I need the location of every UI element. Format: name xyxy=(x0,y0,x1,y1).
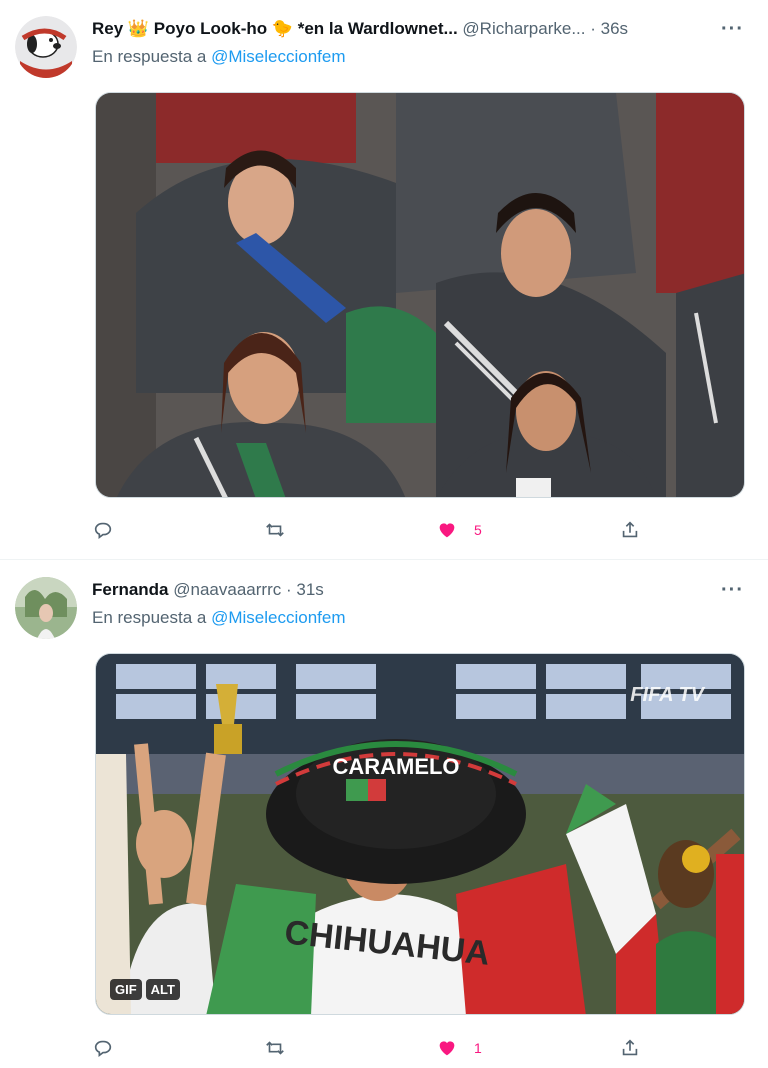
heart-icon xyxy=(439,1041,455,1056)
display-name[interactable]: Fernanda xyxy=(92,580,169,599)
retweet-icon xyxy=(266,523,284,537)
alt-badge[interactable]: ALT xyxy=(145,979,180,1000)
heart-icon xyxy=(439,523,455,538)
handle[interactable]: @Richarparke... xyxy=(462,19,585,38)
reply-context: En respuesta a @Miseleccionfem xyxy=(92,46,346,68)
reply-context: En respuesta a @Miseleccionfem xyxy=(92,607,346,629)
share-icon xyxy=(622,1039,638,1056)
tweet-actions: 5 xyxy=(92,518,652,542)
separator-dot: · xyxy=(590,19,601,38)
handle[interactable]: @naavaaarrrc xyxy=(173,580,281,599)
more-options-icon[interactable]: ··· xyxy=(721,579,744,601)
more-options-icon[interactable]: ··· xyxy=(721,18,744,40)
timestamp[interactable]: 36s xyxy=(601,19,628,38)
like-button[interactable]: 1 xyxy=(436,1036,482,1060)
sombrero-text: CARAMELO xyxy=(332,754,459,779)
tweet-gif[interactable]: CARAMELO CHIHUAHUA FIFA TV GIF ALT xyxy=(95,653,745,1015)
media-badges: GIF ALT xyxy=(110,979,180,1000)
reply-mention-link[interactable]: @Miseleccionfem xyxy=(211,608,345,627)
retweet-button[interactable] xyxy=(264,518,286,542)
like-count: 5 xyxy=(474,522,482,538)
share-icon xyxy=(622,521,638,538)
tweet[interactable]: Rey 👑 Poyo Look-ho 🐤 *en la Wardlownet..… xyxy=(0,0,768,560)
tweet-header: Rey 👑 Poyo Look-ho 🐤 *en la Wardlownet..… xyxy=(92,18,748,40)
timestamp[interactable]: 31s xyxy=(296,580,323,599)
tweet[interactable]: Fernanda @naavaaarrrc · 31s ··· En respu… xyxy=(0,561,768,1068)
fifa-tv-watermark: FIFA TV xyxy=(630,684,704,706)
reply-mention-link[interactable]: @Miseleccionfem xyxy=(211,47,345,66)
reply-button[interactable] xyxy=(92,1036,114,1060)
avatar[interactable] xyxy=(15,16,77,78)
tweet-header: Fernanda @naavaaarrrc · 31s ··· xyxy=(92,579,748,601)
reply-prefix: En respuesta a xyxy=(92,608,207,627)
retweet-icon xyxy=(266,1041,284,1055)
display-name[interactable]: Rey 👑 Poyo Look-ho 🐤 *en la Wardlownet..… xyxy=(92,19,458,38)
share-button[interactable] xyxy=(619,1036,641,1060)
like-button[interactable]: 5 xyxy=(436,518,482,542)
reply-icon xyxy=(94,1040,112,1057)
retweet-button[interactable] xyxy=(264,1036,286,1060)
reply-button[interactable] xyxy=(92,518,114,542)
tweet-image[interactable] xyxy=(95,92,745,498)
like-count: 1 xyxy=(474,1040,482,1056)
tweet-actions: 1 xyxy=(92,1036,652,1060)
separator-dot: · xyxy=(285,580,297,599)
reply-prefix: En respuesta a xyxy=(92,47,207,66)
reply-icon xyxy=(94,522,112,539)
share-button[interactable] xyxy=(619,518,641,542)
avatar[interactable] xyxy=(15,577,77,639)
gif-badge[interactable]: GIF xyxy=(110,979,142,1000)
